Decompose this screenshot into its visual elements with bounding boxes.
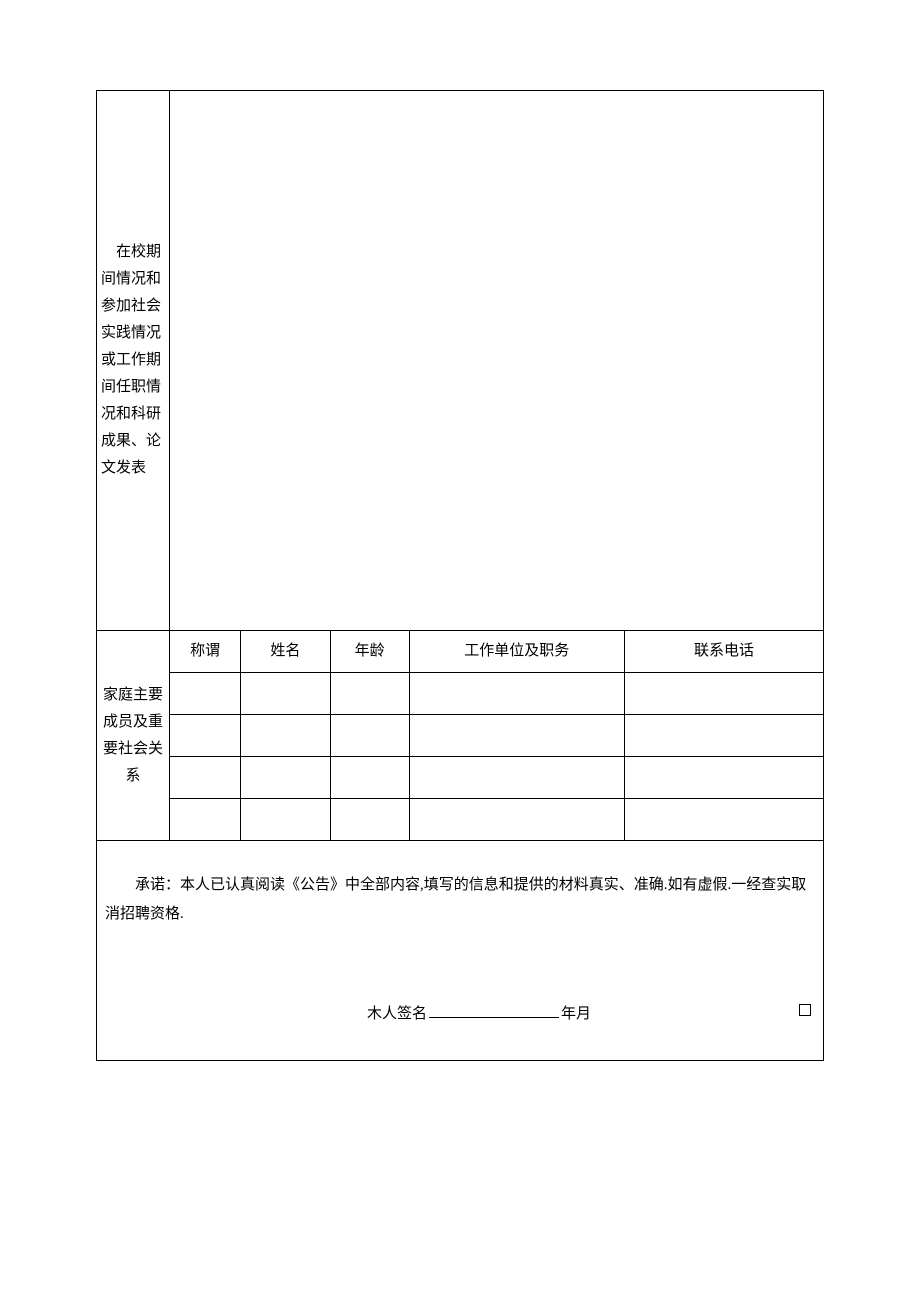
family-label-cell: 家庭主要成员及重要社会关系 [97,631,170,841]
family-cell-age[interactable] [330,799,409,841]
family-row [97,673,824,715]
experience-input-cell[interactable] [170,91,824,631]
experience-label-cell: 在校期间情况和参加社会实践情况或工作期间任职情况和科研成果、论文发表 [97,91,170,631]
family-header-row: 家庭主要成员及重要社会关系 称谓 姓名 年龄 工作单位及职务 联系电话 [97,631,824,673]
commitment-cell: 承诺：本人已认真阅读《公告》中全部内容,填写的信息和提供的材料真实、准确.如有虚… [97,841,824,1061]
family-cell-relation[interactable] [170,715,241,757]
family-cell-phone[interactable] [624,715,823,757]
family-cell-age[interactable] [330,673,409,715]
signature-line: 木人签名 年月 [105,1000,815,1029]
family-cell-workunit[interactable] [409,757,624,799]
family-cell-phone[interactable] [624,673,823,715]
family-cell-name[interactable] [241,799,330,841]
experience-row: 在校期间情况和参加社会实践情况或工作期间任职情况和科研成果、论文发表 [97,91,824,631]
signature-label: 木人签名 [367,1006,427,1022]
family-row [97,715,824,757]
family-cell-phone[interactable] [624,799,823,841]
signature-input[interactable] [429,1017,559,1018]
family-cell-name[interactable] [241,757,330,799]
family-cell-name[interactable] [241,673,330,715]
family-header-workunit: 工作单位及职务 [409,631,624,673]
family-cell-phone[interactable] [624,757,823,799]
family-cell-name[interactable] [241,715,330,757]
family-row [97,757,824,799]
family-header-relation: 称谓 [170,631,241,673]
experience-label: 在校期间情况和参加社会实践情况或工作期间任职情况和科研成果、论文发表 [101,239,165,482]
family-cell-workunit[interactable] [409,715,624,757]
family-cell-relation[interactable] [170,673,241,715]
family-label: 家庭主要成员及重要社会关系 [103,687,163,784]
commitment-row: 承诺：本人已认真阅读《公告》中全部内容,填写的信息和提供的材料真实、准确.如有虚… [97,841,824,1061]
family-cell-workunit[interactable] [409,799,624,841]
form-table: 在校期间情况和参加社会实践情况或工作期间任职情况和科研成果、论文发表 家庭主要成… [96,90,824,1061]
end-marker-icon [799,1004,811,1016]
family-header-name: 姓名 [241,631,330,673]
family-header-phone: 联系电话 [624,631,823,673]
commitment-text: 承诺：本人已认真阅读《公告》中全部内容,填写的信息和提供的材料真实、准确.如有虚… [105,871,815,928]
family-cell-age[interactable] [330,757,409,799]
family-row [97,799,824,841]
family-cell-age[interactable] [330,715,409,757]
family-cell-workunit[interactable] [409,673,624,715]
family-cell-relation[interactable] [170,799,241,841]
page-container: 在校期间情况和参加社会实践情况或工作期间任职情况和科研成果、论文发表 家庭主要成… [0,0,920,1301]
date-suffix: 年月 [561,1006,591,1022]
family-header-age: 年龄 [330,631,409,673]
family-cell-relation[interactable] [170,757,241,799]
